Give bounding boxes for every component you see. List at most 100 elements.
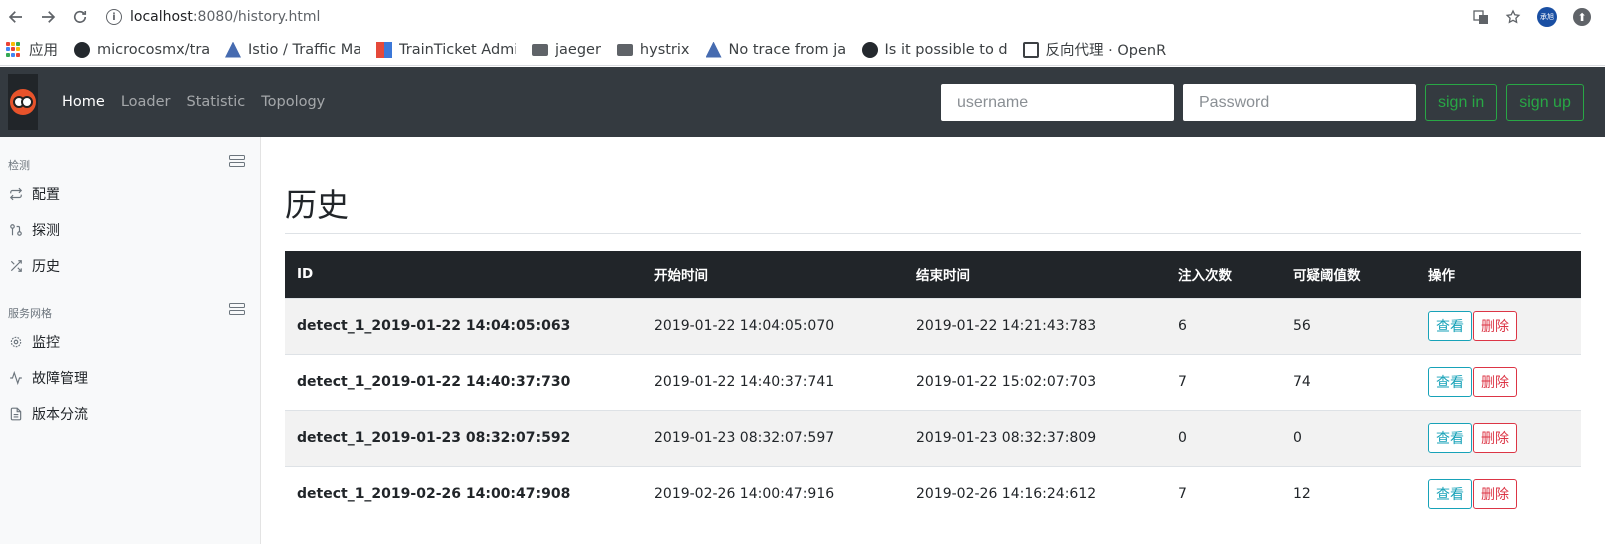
table-header-row: ID 开始时间 结束时间 注入次数 可疑阈值数 操作 <box>285 251 1581 298</box>
delete-button[interactable]: 删除 <box>1473 311 1517 341</box>
cell-injections: 7 <box>1166 465 1281 522</box>
bookmark-star-icon[interactable] <box>1505 9 1521 25</box>
browser-address-bar: i localhost:8080/history.html 承旭 ⬆ <box>0 0 1605 34</box>
forward-arrow-icon[interactable] <box>32 0 64 34</box>
section-toggle-icon[interactable] <box>229 155 245 169</box>
cell-injections: 0 <box>1166 409 1281 466</box>
view-button[interactable]: 查看 <box>1428 311 1472 341</box>
bookmark-microcosmx[interactable]: microcosmx/tra <box>74 41 209 58</box>
sidebar-item-monitor[interactable]: 监控 <box>8 332 60 352</box>
view-button[interactable]: 查看 <box>1428 423 1472 453</box>
cell-end-time: 2019-01-22 15:02:07:703 <box>904 353 1166 410</box>
top-navbar: Home Loader Statistic Topology sign in s… <box>0 67 1605 137</box>
column-header: 操作 <box>1416 251 1581 298</box>
folder-icon <box>616 43 633 56</box>
sidebar-item-history[interactable]: 历史 <box>8 256 60 276</box>
sidebar-item-probe[interactable]: 探测 <box>8 220 60 240</box>
sidebar-item-config[interactable]: 配置 <box>8 184 60 204</box>
table-row: detect_1_2019-02-26 14:00:47:908 2019-02… <box>285 465 1581 522</box>
sidebar-section-heading: 检测 <box>8 159 30 172</box>
cell-end-time: 2019-01-22 14:21:43:783 <box>904 297 1166 354</box>
view-button[interactable]: 查看 <box>1428 367 1472 397</box>
sidebar-item-label: 监控 <box>32 335 60 351</box>
profile-avatar[interactable]: 承旭 <box>1537 7 1557 27</box>
settings-icon <box>8 334 24 350</box>
table-row: detect_1_2019-01-22 14:04:05:063 2019-01… <box>285 297 1581 354</box>
owl-logo-icon[interactable] <box>8 74 38 130</box>
cell-actions: 查看 删除 <box>1416 297 1581 354</box>
bookmark-apps[interactable]: 应用 <box>6 39 58 60</box>
sidebar-item-fault-management[interactable]: 故障管理 <box>8 368 88 388</box>
file-icon <box>8 406 24 422</box>
bookmarks-bar: 应用 microcosmx/tra Istio / Traffic Ma Tra… <box>0 34 1605 66</box>
page-title: 历史 <box>285 186 350 224</box>
cell-start-time: 2019-02-26 14:00:47:916 <box>642 465 904 522</box>
repeat-icon <box>8 186 24 202</box>
sign-in-button[interactable]: sign in <box>1425 84 1498 121</box>
translate-icon[interactable] <box>1473 9 1489 25</box>
nav-topology[interactable]: Topology <box>261 94 325 110</box>
bookmark-istio-traffic[interactable]: Istio / Traffic Ma <box>225 41 360 58</box>
delete-button[interactable]: 删除 <box>1473 479 1517 510</box>
bookmark-trainticket[interactable]: TrainTicket Admi <box>376 41 516 58</box>
username-input[interactable] <box>941 84 1174 121</box>
nav-statistic[interactable]: Statistic <box>187 94 246 110</box>
column-header: 注入次数 <box>1166 251 1281 298</box>
istio-icon <box>225 41 241 58</box>
book-icon <box>1022 41 1039 58</box>
view-button[interactable]: 查看 <box>1428 479 1472 510</box>
column-header: ID <box>285 251 642 298</box>
cell-actions: 查看 删除 <box>1416 409 1581 466</box>
sidebar-item-label: 故障管理 <box>32 371 88 387</box>
back-arrow-icon[interactable] <box>0 0 32 34</box>
password-input[interactable] <box>1183 84 1416 121</box>
bookmark-is-it-possible[interactable]: Is it possible to d <box>861 41 1007 58</box>
bookmark-hystrix[interactable]: hystrix <box>616 42 690 58</box>
activity-icon <box>8 370 24 386</box>
cell-end-time: 2019-02-26 14:16:24:612 <box>904 465 1166 522</box>
cell-suspects: 56 <box>1281 297 1416 354</box>
shuffle-icon <box>8 258 24 274</box>
sidebar-item-label: 探测 <box>32 223 60 239</box>
git-pull-icon <box>8 222 24 238</box>
delete-button[interactable]: 删除 <box>1473 367 1517 397</box>
bookmark-jaeger[interactable]: jaeger <box>532 42 601 58</box>
section-toggle-icon[interactable] <box>229 303 245 317</box>
sidebar-item-label: 配置 <box>32 187 60 203</box>
cell-id: detect_1_2019-01-22 14:04:05:063 <box>285 297 642 354</box>
cell-actions: 查看 删除 <box>1416 353 1581 410</box>
site-info-icon[interactable]: i <box>106 9 122 25</box>
url-host: localhost <box>130 9 193 25</box>
istio-icon <box>705 41 722 58</box>
divider <box>285 233 1581 234</box>
cell-injections: 7 <box>1166 353 1281 410</box>
url-field[interactable]: i localhost:8080/history.html <box>100 9 320 25</box>
github-icon <box>861 41 878 58</box>
table-row: detect_1_2019-01-22 14:40:37:730 2019-01… <box>285 353 1581 410</box>
cell-start-time: 2019-01-23 08:32:07:597 <box>642 409 904 466</box>
cell-id: detect_1_2019-01-22 14:40:37:730 <box>285 353 642 410</box>
cell-suspects: 74 <box>1281 353 1416 410</box>
sidebar: 检测 配置 探测 历史 服务网格 监控 故障管理 版本分流 <box>0 137 261 544</box>
sidebar-item-version-split[interactable]: 版本分流 <box>8 404 88 424</box>
cell-actions: 查看 删除 <box>1416 465 1581 522</box>
nav-loader[interactable]: Loader <box>121 94 171 110</box>
sidebar-section-heading: 服务网格 <box>8 307 52 320</box>
bookmark-no-trace[interactable]: No trace from ja <box>705 41 846 58</box>
sidebar-item-label: 历史 <box>32 259 60 275</box>
cell-id: detect_1_2019-02-26 14:00:47:908 <box>285 465 642 522</box>
apps-grid-icon <box>6 41 22 58</box>
reload-icon[interactable] <box>64 0 96 34</box>
delete-button[interactable]: 删除 <box>1473 423 1517 453</box>
column-header: 结束时间 <box>904 251 1166 298</box>
download-icon[interactable]: ⬆ <box>1573 8 1591 26</box>
nav-home[interactable]: Home <box>62 94 105 110</box>
column-header: 可疑阈值数 <box>1281 251 1416 298</box>
cell-start-time: 2019-01-22 14:40:37:741 <box>642 353 904 410</box>
bookmark-reverse-proxy[interactable]: 反向代理 · OpenR <box>1022 39 1166 60</box>
trainticket-icon <box>376 41 392 58</box>
folder-icon <box>532 43 548 56</box>
cell-id: detect_1_2019-01-23 08:32:07:592 <box>285 409 642 466</box>
sign-up-button[interactable]: sign up <box>1506 84 1584 121</box>
login-form: sign in sign up <box>941 84 1584 121</box>
